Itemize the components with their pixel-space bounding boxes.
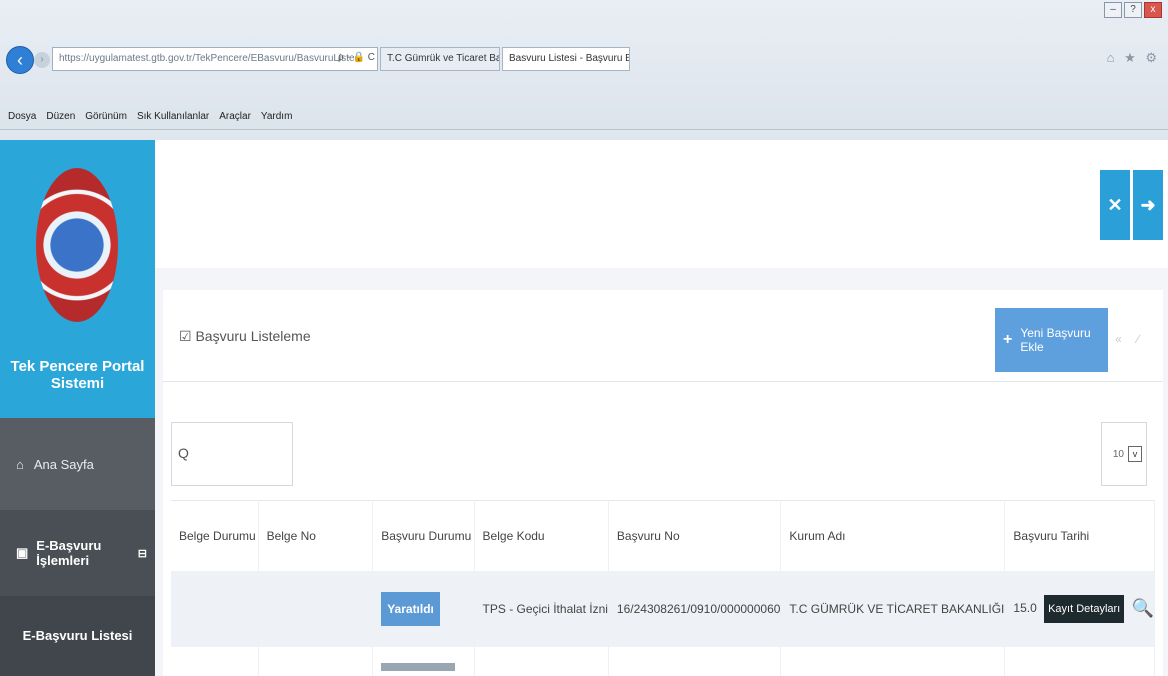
home-icon: ⌂ xyxy=(16,456,24,472)
chevron-down-icon[interactable]: v xyxy=(1128,446,1142,462)
portal-title: Tek Pencere Portal Sistemi xyxy=(10,358,145,392)
magnifier-icon[interactable]: 🔍 xyxy=(1132,598,1154,619)
list-icon: ▣ xyxy=(16,545,29,560)
cell-belge-durumu xyxy=(171,570,259,647)
brand-area: Tek Pencere Portal Sistemi xyxy=(0,140,155,418)
cell-basvuru-durumu: Yaratıldı xyxy=(372,570,475,647)
panel-header: ☑ Başvuru Listeleme + Yeni Başvuru Ekle … xyxy=(163,290,1163,382)
logout-button[interactable]: ➜ xyxy=(1133,170,1163,240)
cell-empty xyxy=(474,646,609,676)
sidebar-item-label: Ana Sayfa xyxy=(33,456,94,472)
col-basvuru-durumu[interactable]: Başvuru Durumu xyxy=(372,500,475,571)
browser-chrome: – ? x ‹ › https://uygulamatest.gtb.gov.t… xyxy=(0,0,1168,130)
menu-item-araclar[interactable]: Araçlar xyxy=(219,111,251,122)
table-header-row: Belge Durumu Belge No Başvuru Durumu Bel… xyxy=(171,500,1155,571)
cell-belge-kodu: TPS - Geçici İthalat İzni xyxy=(474,570,609,647)
search-input[interactable] xyxy=(196,429,288,479)
add-application-label: Yeni Başvuru Ekle xyxy=(1020,326,1091,354)
cell-empty xyxy=(780,646,1006,676)
col-belge-durumu[interactable]: Belge Durumu xyxy=(171,500,259,571)
sidebar-group-e-basvuru[interactable]: ▣ E-Başvuru İşlemleri ⊟ xyxy=(0,510,155,596)
menu-item-sik-kullanilanlar[interactable]: Sık Kullanılanlar xyxy=(137,111,209,122)
cell-empty xyxy=(171,646,259,676)
minimize-button[interactable]: – xyxy=(1104,2,1122,18)
basvuru-tarihi-value: 15.0 xyxy=(1013,600,1037,615)
menu-item-duzen[interactable]: Düzen xyxy=(46,111,75,122)
close-window-button[interactable]: x xyxy=(1144,2,1162,18)
plus-icon: + xyxy=(1003,331,1013,348)
applications-table: Belge Durumu Belge No Başvuru Durumu Bel… xyxy=(171,500,1155,676)
forward-icon[interactable]: › xyxy=(34,52,50,68)
col-kurum-adi[interactable]: Kurum Adı xyxy=(780,500,1006,571)
sidebar-item-ana-sayfa[interactable]: ⌂ Ana Sayfa xyxy=(0,418,155,510)
application-list-panel: ☑ Başvuru Listeleme + Yeni Başvuru Ekle … xyxy=(163,290,1163,676)
back-icon[interactable]: ‹ xyxy=(6,46,34,74)
record-details-tooltip: Kayıt Detayları xyxy=(1044,594,1125,623)
col-belge-no[interactable]: Belge No xyxy=(258,500,374,571)
page-size-select[interactable]: 10 v xyxy=(1101,422,1147,486)
menu-item-gorunum[interactable]: Görünüm xyxy=(85,111,127,122)
tab-gumruk[interactable]: T.C Gümrük ve Ticaret Bakanl... xyxy=(380,47,500,71)
page-size-value: 10 xyxy=(1112,448,1124,460)
app-area: Tek Pencere Portal Sistemi ⌂ Ana Sayfa ▣… xyxy=(0,140,1168,676)
cell-basvuru-no: 16/24308261/0910/000000060 xyxy=(608,570,782,647)
collapse-icon[interactable]: ⊟ xyxy=(138,547,147,560)
tab-basvuru-listesi[interactable]: Basvuru Listesi - Başvuru Bil... × xyxy=(502,47,630,71)
sidebar: Tek Pencere Portal Sistemi ⌂ Ana Sayfa ▣… xyxy=(0,140,155,676)
sidebar-group-label: E-Başvuru İşlemleri xyxy=(36,538,102,568)
panel-title: ☑ Başvuru Listeleme xyxy=(179,328,311,344)
status-badge xyxy=(381,662,456,671)
help-button[interactable]: ? xyxy=(1124,2,1142,18)
cell-empty xyxy=(258,646,374,676)
cell-empty xyxy=(1004,646,1155,676)
cell-basvuru-tarihi: 15.0 Kayıt Detayları 🔍 xyxy=(1004,570,1155,647)
search-icon: Q xyxy=(178,445,189,461)
sidebar-item-e-basvuru-listesi[interactable]: E-Başvuru Listesi xyxy=(0,596,155,676)
add-application-button[interactable]: + Yeni Başvuru Ekle xyxy=(995,308,1108,372)
table-row[interactable] xyxy=(171,646,1155,676)
table-row[interactable]: Yaratıldı TPS - Geçici İthalat İzni 16/2… xyxy=(171,570,1155,647)
cell-kurum-adi: T.C GÜMRÜK VE TİCARET BAKANLIĞI xyxy=(780,570,1006,647)
cell-basvuru-durumu xyxy=(372,646,475,676)
cell-empty xyxy=(608,646,782,676)
browser-toolbar-icons[interactable]: ⌂ ★ ⚙ xyxy=(1107,50,1160,66)
menu-item-yardim[interactable]: Yardım xyxy=(261,111,293,122)
col-basvuru-no[interactable]: Başvuru No xyxy=(608,500,782,571)
search-box: Q xyxy=(171,422,293,486)
menu-bar: Dosya Düzen Görünüm Sık Kullanılanlar Ar… xyxy=(0,104,1168,130)
ministry-logo xyxy=(36,168,118,322)
menu-item-dosya[interactable]: Dosya xyxy=(8,111,36,122)
address-controls[interactable]: ρ - 🔒 C xyxy=(338,52,375,63)
fullscreen-button[interactable]: ✕ xyxy=(1100,170,1130,240)
col-basvuru-tarihi[interactable]: Başvuru Tarihi xyxy=(1004,500,1155,571)
col-belge-kodu[interactable]: Belge Kodu xyxy=(474,500,609,571)
panel-tools[interactable]: « ∕ xyxy=(1115,332,1145,346)
cell-belge-no xyxy=(258,570,374,647)
top-bar: ✕ ➜ xyxy=(155,140,1168,268)
address-bar[interactable]: https://uygulamatest.gtb.gov.tr/TekPence… xyxy=(52,47,378,71)
window-controls: – ? x xyxy=(1104,2,1162,18)
status-badge: Yaratıldı xyxy=(381,591,440,626)
